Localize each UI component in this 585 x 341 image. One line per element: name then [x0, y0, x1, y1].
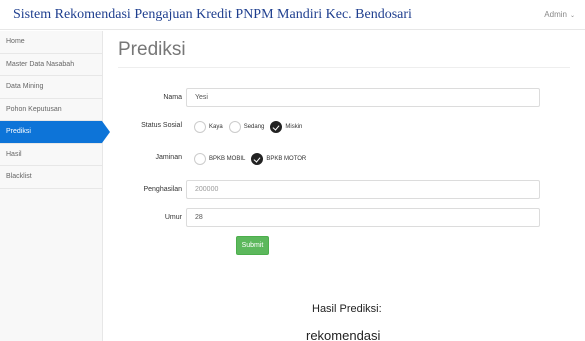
nama-label: Nama: [163, 94, 182, 101]
radio-option-bpkb-mobil[interactable]: BPKB MOBIL: [194, 153, 245, 165]
penghasilan-input[interactable]: 200000: [186, 180, 540, 199]
sidebar-item-prediksi[interactable]: Prediksi: [0, 121, 110, 144]
radio-kaya[interactable]: [194, 121, 206, 133]
submit-button[interactable]: Submit: [236, 236, 269, 255]
radio-miskin-checked[interactable]: [270, 121, 283, 133]
chevron-down-icon: ⌄: [569, 13, 575, 19]
sidebar-item-home[interactable]: Home: [0, 31, 102, 54]
result-value: rekomendasi: [306, 328, 381, 341]
radio-label-miskin: Miskin: [285, 124, 303, 130]
radio-sedang[interactable]: [228, 121, 241, 133]
result-title: Hasil Prediksi:: [312, 303, 382, 315]
umur-input[interactable]: 28: [186, 208, 540, 227]
page-title: Prediksi: [118, 39, 186, 60]
sidebar-item-hasil[interactable]: Hasil: [0, 144, 102, 166]
radio-bpkb-motor-checked[interactable]: [251, 153, 264, 165]
umur-label: Umur: [164, 214, 182, 221]
sidebar-item-blacklist[interactable]: Blacklist: [0, 166, 102, 189]
title-divider: [118, 67, 570, 68]
radio-option-miskin[interactable]: Miskin: [270, 121, 302, 133]
sidebar-item-pohon-keputusan[interactable]: Pohon Keputusan: [0, 99, 102, 121]
sidebar-item-data-mining[interactable]: Data Mining: [0, 76, 102, 99]
radio-label-bpkb-motor: BPKB MOTOR: [266, 156, 307, 162]
radio-option-bpkb-motor[interactable]: BPKB MOTOR: [251, 153, 306, 165]
app-title[interactable]: Sistem Rekomendasi Pengajuan Kredit PNPM…: [13, 7, 412, 23]
penghasilan-label: Penghasilan: [143, 186, 182, 193]
user-menu[interactable]: Admin ⌄: [544, 10, 575, 19]
status-sosial-radio-group: Kaya Sedang Miskin: [194, 121, 308, 133]
sidebar: Home Master Data Nasabah Data Mining Poh…: [0, 31, 110, 341]
radio-option-kaya[interactable]: Kaya: [194, 121, 223, 133]
radio-label-kaya: Kaya: [209, 124, 223, 130]
radio-bpkb-mobil[interactable]: [194, 153, 206, 165]
radio-option-sedang[interactable]: Sedang: [228, 121, 265, 133]
user-menu-label: Admin: [544, 10, 567, 19]
jaminan-radio-group: BPKB MOBIL BPKB MOTOR: [194, 153, 312, 165]
radio-label-bpkb-mobil: BPKB MOBIL: [209, 156, 246, 162]
nama-input[interactable]: Yesi: [186, 88, 540, 107]
sidebar-item-master-data-nasabah[interactable]: Master Data Nasabah: [0, 54, 102, 76]
radio-label-sedang: Sedang: [243, 124, 265, 130]
top-navbar: Sistem Rekomendasi Pengajuan Kredit PNPM…: [0, 0, 585, 30]
jaminan-label: Jaminan: [155, 154, 182, 161]
status-sosial-label: Status Sosial: [141, 122, 182, 129]
